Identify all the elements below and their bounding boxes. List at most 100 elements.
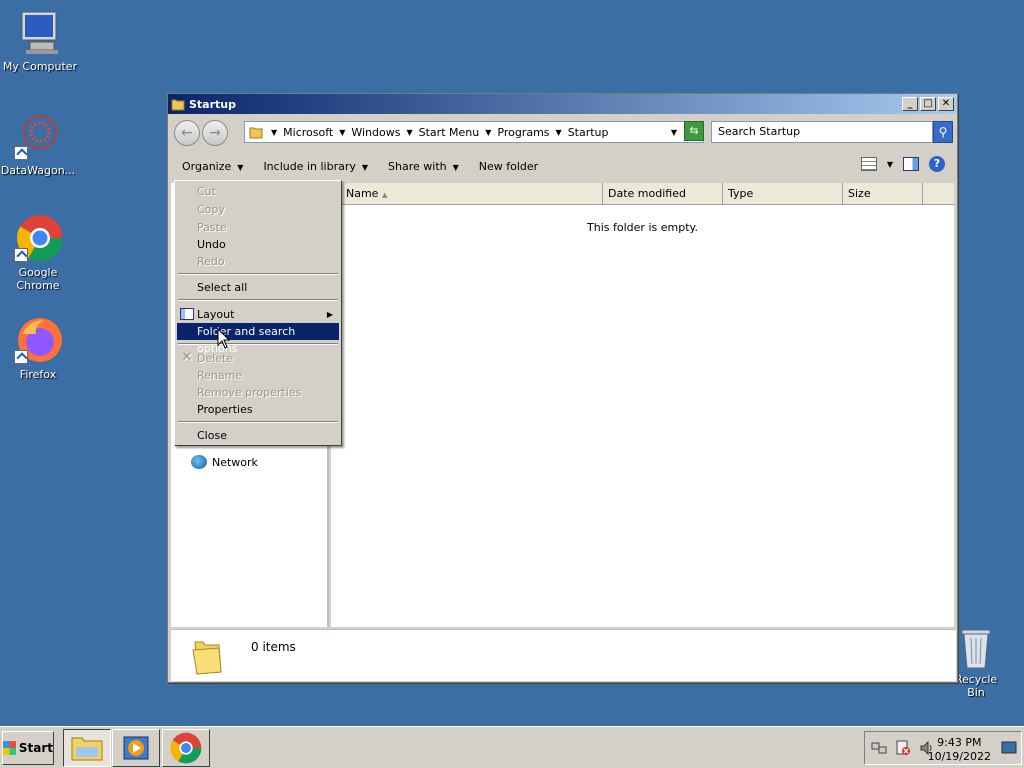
include-label: Include in library (263, 159, 356, 173)
taskbar-explorer[interactable] (63, 729, 111, 767)
menu-item-cut[interactable]: Cut (177, 183, 339, 200)
empty-folder-message: This folder is empty. (587, 221, 698, 234)
action-center-icon[interactable] (895, 740, 911, 756)
column-header-size[interactable]: Size (843, 183, 923, 205)
breadcrumb-chevron-icon[interactable]: ▼ (339, 128, 345, 137)
breadcrumb-chevron-icon[interactable]: ▼ (556, 128, 562, 137)
address-dropdown-icon[interactable]: ▼ (671, 128, 677, 137)
chevron-down-icon: ▼ (237, 162, 244, 172)
menu-item-folder-and-search-options[interactable]: Folder and search options (177, 323, 339, 355)
desktop-icon-my-computer[interactable]: My Computer (0, 8, 80, 73)
address-bar-row: ← → ▼ Microsoft ▼ Windows ▼ Start Menu ▼… (170, 116, 955, 150)
menu-item-close[interactable]: Close (177, 427, 339, 444)
new-folder-button[interactable]: New folder (479, 160, 538, 173)
back-button[interactable]: ← (174, 120, 200, 146)
scissors-icon (180, 184, 194, 198)
breadcrumb-item[interactable]: Start Menu (419, 126, 480, 139)
breadcrumb-chevron-icon[interactable]: ▼ (485, 128, 491, 137)
menu-item-select-all[interactable]: Select all (177, 279, 339, 296)
menu-item-delete[interactable]: ✕ Delete (177, 350, 339, 367)
show-desktop-icon[interactable] (1001, 741, 1017, 755)
menu-item-redo[interactable]: Redo (177, 253, 339, 270)
menu-item-undo[interactable]: Undo (177, 236, 339, 253)
explorer-folder-icon (71, 737, 103, 761)
breadcrumb-chevron-icon[interactable]: ▼ (406, 128, 412, 137)
include-in-library-button[interactable]: Include in library ▼ (263, 160, 368, 173)
start-label: Start (18, 741, 53, 755)
menu-item-paste[interactable]: Paste (177, 219, 339, 236)
folder-icon (249, 127, 263, 139)
desktop-icon-label: Google Chrome (16, 266, 60, 292)
menu-separator (178, 273, 338, 275)
breadcrumb-item[interactable]: Windows (351, 126, 400, 139)
shortcut-arrow-icon (14, 248, 28, 262)
details-pane: 0 items (171, 629, 956, 681)
column-header-date-modified[interactable]: Date modified (603, 183, 723, 205)
clock[interactable]: 9:43 PM 10/19/2022 (928, 736, 991, 764)
copy-icon (180, 202, 194, 216)
desktop-icon-datawagon[interactable]: DataWagon... (0, 112, 78, 177)
view-details-icon[interactable] (860, 157, 877, 171)
file-list[interactable]: Name ▲ Date modified Type Size This fold… (331, 183, 954, 627)
delete-x-icon: ✕ (181, 350, 193, 365)
menu-item-properties[interactable]: Properties (177, 401, 339, 418)
close-button[interactable]: ✕ (938, 97, 954, 111)
chevron-down-icon: ▼ (361, 162, 369, 172)
share-with-button[interactable]: Share with ▼ (388, 160, 459, 173)
system-tray: 9:43 PM 10/19/2022 (864, 731, 1022, 765)
breadcrumb-item[interactable]: Microsoft (283, 126, 333, 139)
submenu-arrow-icon: ▶ (326, 310, 333, 319)
shortcut-arrow-icon (14, 350, 28, 364)
window-title: Startup (189, 97, 236, 111)
search-input[interactable]: Search Startup (711, 121, 933, 143)
taskbar-chrome[interactable] (162, 729, 210, 767)
menu-item-label: Copy (197, 203, 225, 216)
folder-icon (171, 99, 185, 111)
refresh-button[interactable]: ⇆ (684, 121, 704, 141)
shortcut-arrow-icon (14, 146, 28, 160)
column-header-name[interactable]: Name ▲ (341, 183, 603, 205)
title-bar[interactable]: Startup _ □ ✕ (168, 94, 957, 114)
breadcrumb-chevron-icon[interactable]: ▼ (271, 128, 277, 137)
mouse-cursor-icon (217, 328, 231, 349)
layout-icon (180, 308, 194, 320)
chevron-down-icon: ▼ (452, 162, 459, 172)
minimize-button[interactable]: _ (902, 97, 918, 111)
start-button[interactable]: Start (2, 731, 54, 765)
help-icon[interactable]: ? (929, 156, 945, 172)
menu-separator (178, 343, 338, 345)
desktop-icon-label: My Computer (2, 60, 78, 73)
search-button[interactable]: ⚲ (933, 121, 953, 143)
desktop-icon-label: DataWagon... (0, 164, 76, 177)
menu-item-rename[interactable]: Rename (177, 367, 339, 384)
desktop-icon-google-chrome[interactable]: Google Chrome (0, 214, 78, 292)
breadcrumb-item[interactable]: Startup (568, 126, 609, 139)
menu-item-label: Delete (197, 352, 234, 365)
menu-item-copy[interactable]: Copy (177, 201, 339, 218)
breadcrumb-item[interactable]: Programs (497, 126, 549, 139)
menu-item-label: Cut (197, 185, 216, 198)
desktop-icon-label: Firefox (19, 368, 57, 381)
column-header-type[interactable]: Type (723, 183, 843, 205)
maximize-button[interactable]: □ (920, 97, 936, 111)
arrow-right-icon: → (209, 125, 221, 141)
search-icon: ⚲ (938, 125, 948, 139)
column-label: Name (346, 187, 379, 200)
recycle-bin-icon (961, 629, 991, 669)
network-icon (191, 455, 207, 469)
nav-item-network[interactable]: Network (191, 455, 258, 469)
menu-item-label: Paste (197, 221, 227, 234)
chevron-down-icon[interactable]: ▼ (887, 160, 893, 169)
organize-button[interactable]: Organize ▼ (182, 160, 243, 173)
menu-item-remove-properties[interactable]: Remove properties (177, 384, 339, 401)
taskbar-media-player[interactable] (112, 729, 160, 767)
taskbar: Start 9:43 PM 10/19/2022 (0, 726, 1024, 768)
menu-item-layout[interactable]: Layout ▶ (177, 306, 339, 323)
network-tray-icon[interactable] (871, 740, 887, 756)
forward-button[interactable]: → (202, 120, 228, 146)
computer-icon (16, 8, 64, 56)
clock-time: 9:43 PM (937, 736, 982, 749)
preview-pane-icon[interactable] (903, 157, 919, 171)
desktop-icon-firefox[interactable]: Firefox (0, 316, 78, 381)
address-bar[interactable]: ▼ Microsoft ▼ Windows ▼ Start Menu ▼ Pro… (244, 121, 704, 143)
